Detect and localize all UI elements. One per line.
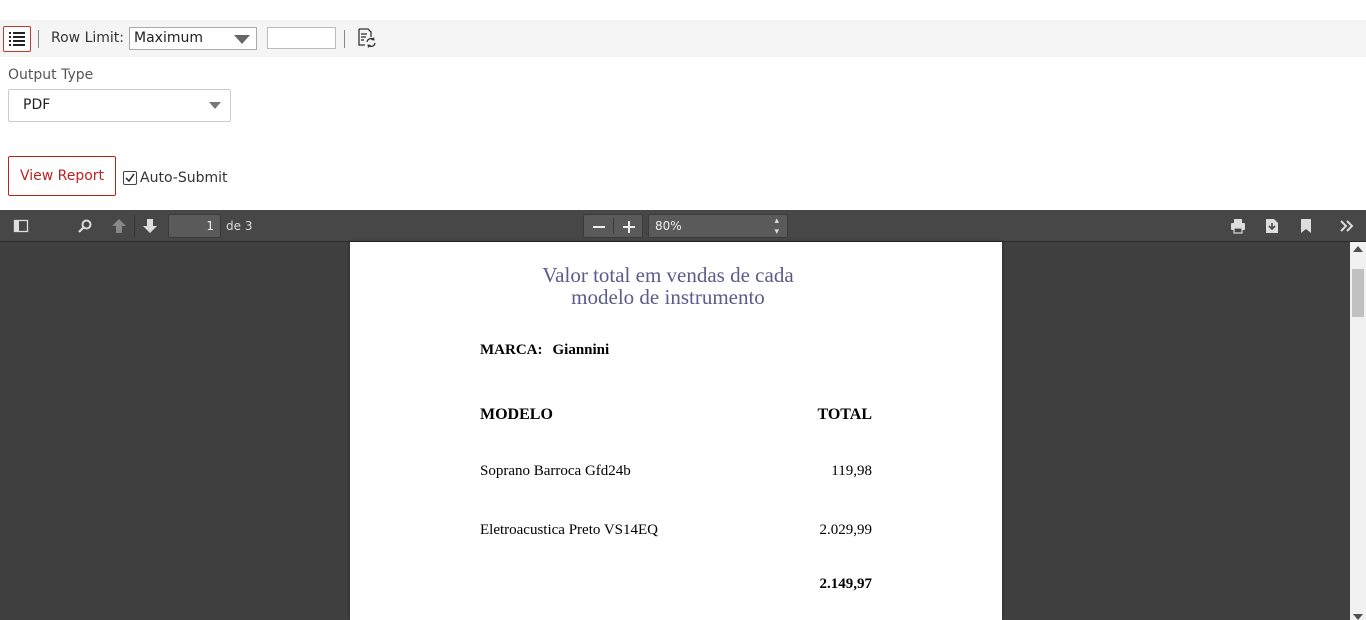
- scroll-down-icon[interactable]: [1353, 614, 1363, 620]
- auto-submit-checkbox[interactable]: [123, 171, 137, 185]
- vertical-scrollbar[interactable]: [1350, 242, 1366, 620]
- pdf-toolbar: 1 de 3 80% ▴ ▾: [0, 210, 1366, 242]
- row-limit-label: Row Limit:: [51, 30, 124, 46]
- auto-submit-label: Auto-Submit: [140, 170, 228, 186]
- output-type-select[interactable]: PDF: [8, 89, 231, 122]
- previous-page-icon[interactable]: [111, 218, 127, 238]
- report-toolbar: Row Limit: Maximum: [0, 20, 1366, 57]
- bookmark-icon[interactable]: [1298, 218, 1314, 238]
- table-row-total: 2.029,99: [819, 522, 873, 538]
- double-chevron-right-icon[interactable]: [1339, 218, 1355, 238]
- output-type-value: PDF: [23, 97, 51, 113]
- brand-field: MARCA: Giannini: [480, 342, 609, 359]
- check-icon: [125, 173, 135, 183]
- report-title-line1: Valor total em vendas de cada: [542, 263, 794, 287]
- zoom-out-icon[interactable]: [592, 219, 606, 238]
- zoom-in-icon[interactable]: [622, 219, 636, 238]
- report-title: Valor total em vendas de cada modelo de …: [350, 264, 986, 308]
- pdf-viewer: 1 de 3 80% ▴ ▾ Valor total em vendas de …: [0, 210, 1366, 620]
- refresh-report-icon[interactable]: [355, 27, 377, 49]
- next-page-icon[interactable]: [142, 218, 158, 238]
- brand-label: MARCA:: [480, 342, 543, 358]
- row-limit-select[interactable]: Maximum: [129, 27, 257, 50]
- download-icon[interactable]: [1264, 218, 1280, 238]
- chevron-down-icon: [234, 35, 250, 44]
- brand-value: Giannini: [552, 342, 610, 358]
- zoom-select[interactable]: 80% ▴ ▾: [648, 214, 788, 238]
- column-header-model: MODELO: [480, 406, 553, 423]
- toolbar-divider: [134, 215, 135, 237]
- row-limit-input[interactable]: [267, 27, 336, 49]
- table-row-model: Soprano Barroca Gfd24b: [480, 463, 631, 479]
- chevron-down-icon: [209, 102, 221, 109]
- scrollbar-thumb[interactable]: [1352, 269, 1364, 317]
- sidebar-toggle-icon[interactable]: [13, 218, 29, 238]
- row-limit-value: Maximum: [134, 30, 203, 46]
- grand-total: 2.149,97: [819, 576, 873, 592]
- zoom-divider: [613, 218, 614, 234]
- auto-submit-toggle[interactable]: Auto-Submit: [123, 170, 227, 186]
- page-number-input[interactable]: 1: [168, 214, 221, 238]
- toolbar-divider: [344, 30, 345, 48]
- view-report-button[interactable]: View Report: [8, 156, 116, 196]
- print-icon[interactable]: [1230, 218, 1246, 238]
- table-row-total: 119,98: [831, 463, 872, 479]
- zoom-value: 80%: [655, 219, 682, 233]
- page-count: de 3: [226, 219, 253, 233]
- column-header-total: TOTAL: [817, 406, 872, 423]
- toolbar-divider: [38, 30, 39, 48]
- search-icon[interactable]: [77, 218, 93, 238]
- report-page: Valor total em vendas de cada modelo de …: [350, 242, 1002, 620]
- output-type-label: Output Type: [8, 67, 94, 83]
- zoom-buttons: [583, 214, 643, 238]
- scroll-up-icon[interactable]: [1353, 246, 1363, 252]
- list-icon[interactable]: [3, 26, 31, 52]
- updown-arrows-icon: ▴ ▾: [774, 216, 779, 237]
- table-row-model: Eletroacustica Preto VS14EQ: [480, 522, 659, 538]
- report-title-line2: modelo de instrumento: [571, 285, 765, 309]
